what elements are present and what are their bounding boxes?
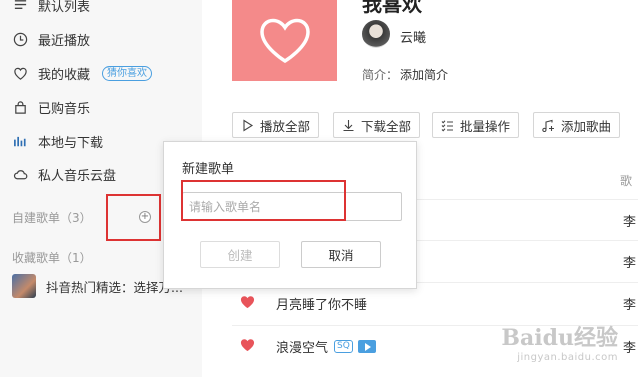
list-icon xyxy=(12,0,28,13)
sidebar-item-label: 我的收藏 xyxy=(38,67,91,83)
song-title-wrap: 月亮睡了你不睡 xyxy=(276,294,367,313)
intro-label: 简介： xyxy=(362,68,399,82)
playlist-title: 我喜欢 xyxy=(362,0,422,16)
download-icon xyxy=(342,119,355,132)
sidebar-item-recent[interactable]: 最近播放 xyxy=(12,28,90,50)
playlist-cover xyxy=(232,0,337,81)
create-button[interactable]: 创建 xyxy=(200,241,280,268)
mv-play-icon[interactable] xyxy=(357,340,376,353)
heart-outline-icon xyxy=(259,18,310,63)
song-artist[interactable]: 李 xyxy=(623,252,636,271)
sidebar-item-label: 私人音乐云盘 xyxy=(38,168,117,184)
collected-playlists-header: 收藏歌单（1） xyxy=(12,251,92,265)
heart-outline-icon xyxy=(12,65,28,81)
play-icon xyxy=(241,119,254,132)
sidebar-item-label: 已购音乐 xyxy=(38,101,91,117)
sq-quality-badge: SQ xyxy=(334,340,353,353)
batch-operation-button[interactable]: 批量操作 xyxy=(432,112,520,138)
creator-name[interactable]: 云曦 xyxy=(400,27,426,46)
avatar[interactable] xyxy=(362,20,390,48)
heart-filled-icon[interactable] xyxy=(240,295,255,309)
playlist-name-input[interactable] xyxy=(182,192,402,221)
new-playlist-dialog: 新建歌单 创建 取消 xyxy=(163,141,417,289)
sidebar-item-local-download[interactable]: 本地与下载 xyxy=(12,130,103,152)
cloud-icon xyxy=(12,166,28,182)
add-music-icon xyxy=(542,119,555,132)
song-title[interactable]: 月亮睡了你不睡 xyxy=(276,294,367,313)
sidebar-item-label: 默认列表 xyxy=(38,0,91,15)
sidebar-item-default-list[interactable]: 默认列表 xyxy=(12,0,90,16)
song-artist[interactable]: 李 xyxy=(623,337,636,356)
artist-column-header[interactable]: 歌 xyxy=(620,172,632,189)
clock-icon xyxy=(12,31,28,47)
sidebar-item-label: 最近播放 xyxy=(38,33,91,49)
sidebar-item-purchased[interactable]: 已购音乐 xyxy=(12,96,90,118)
created-playlists-header: 自建歌单（3） xyxy=(12,211,92,225)
guess-you-like-badge[interactable]: 猜你喜欢 xyxy=(102,65,153,81)
add-intro-link[interactable]: 添加简介 xyxy=(400,66,448,83)
add-song-label: 添加歌曲 xyxy=(561,118,612,134)
add-song-button[interactable]: 添加歌曲 xyxy=(533,112,621,138)
song-title[interactable]: 浪漫空气 xyxy=(276,337,328,356)
heart-filled-icon[interactable] xyxy=(240,338,255,352)
bag-icon xyxy=(12,99,28,115)
song-title-wrap: 浪漫空气 SQ xyxy=(276,337,376,356)
sidebar-item-label: 本地与下载 xyxy=(38,135,104,151)
table-row[interactable]: 月亮睡了你不睡 李 xyxy=(232,283,638,323)
table-row[interactable]: 浪漫空气 SQ 李 xyxy=(232,326,638,366)
song-artist[interactable]: 李 xyxy=(623,294,636,313)
highlight-box xyxy=(106,194,161,241)
dialog-title: 新建歌单 xyxy=(182,162,235,177)
download-all-button[interactable]: 下载全部 xyxy=(333,112,421,138)
cancel-button[interactable]: 取消 xyxy=(301,241,381,268)
song-artist[interactable]: 李 xyxy=(623,211,636,230)
play-all-button[interactable]: 播放全部 xyxy=(232,112,320,138)
checklist-icon xyxy=(441,119,454,132)
download-all-label: 下载全部 xyxy=(361,118,412,134)
bars-icon xyxy=(12,133,28,149)
batch-operation-label: 批量操作 xyxy=(460,118,511,134)
sidebar-item-favorites[interactable]: 我的收藏 猜你喜欢 xyxy=(12,62,153,84)
playlist-thumbnail xyxy=(12,274,36,298)
sidebar-item-cloud[interactable]: 私人音乐云盘 xyxy=(12,163,116,185)
play-all-label: 播放全部 xyxy=(260,118,311,134)
